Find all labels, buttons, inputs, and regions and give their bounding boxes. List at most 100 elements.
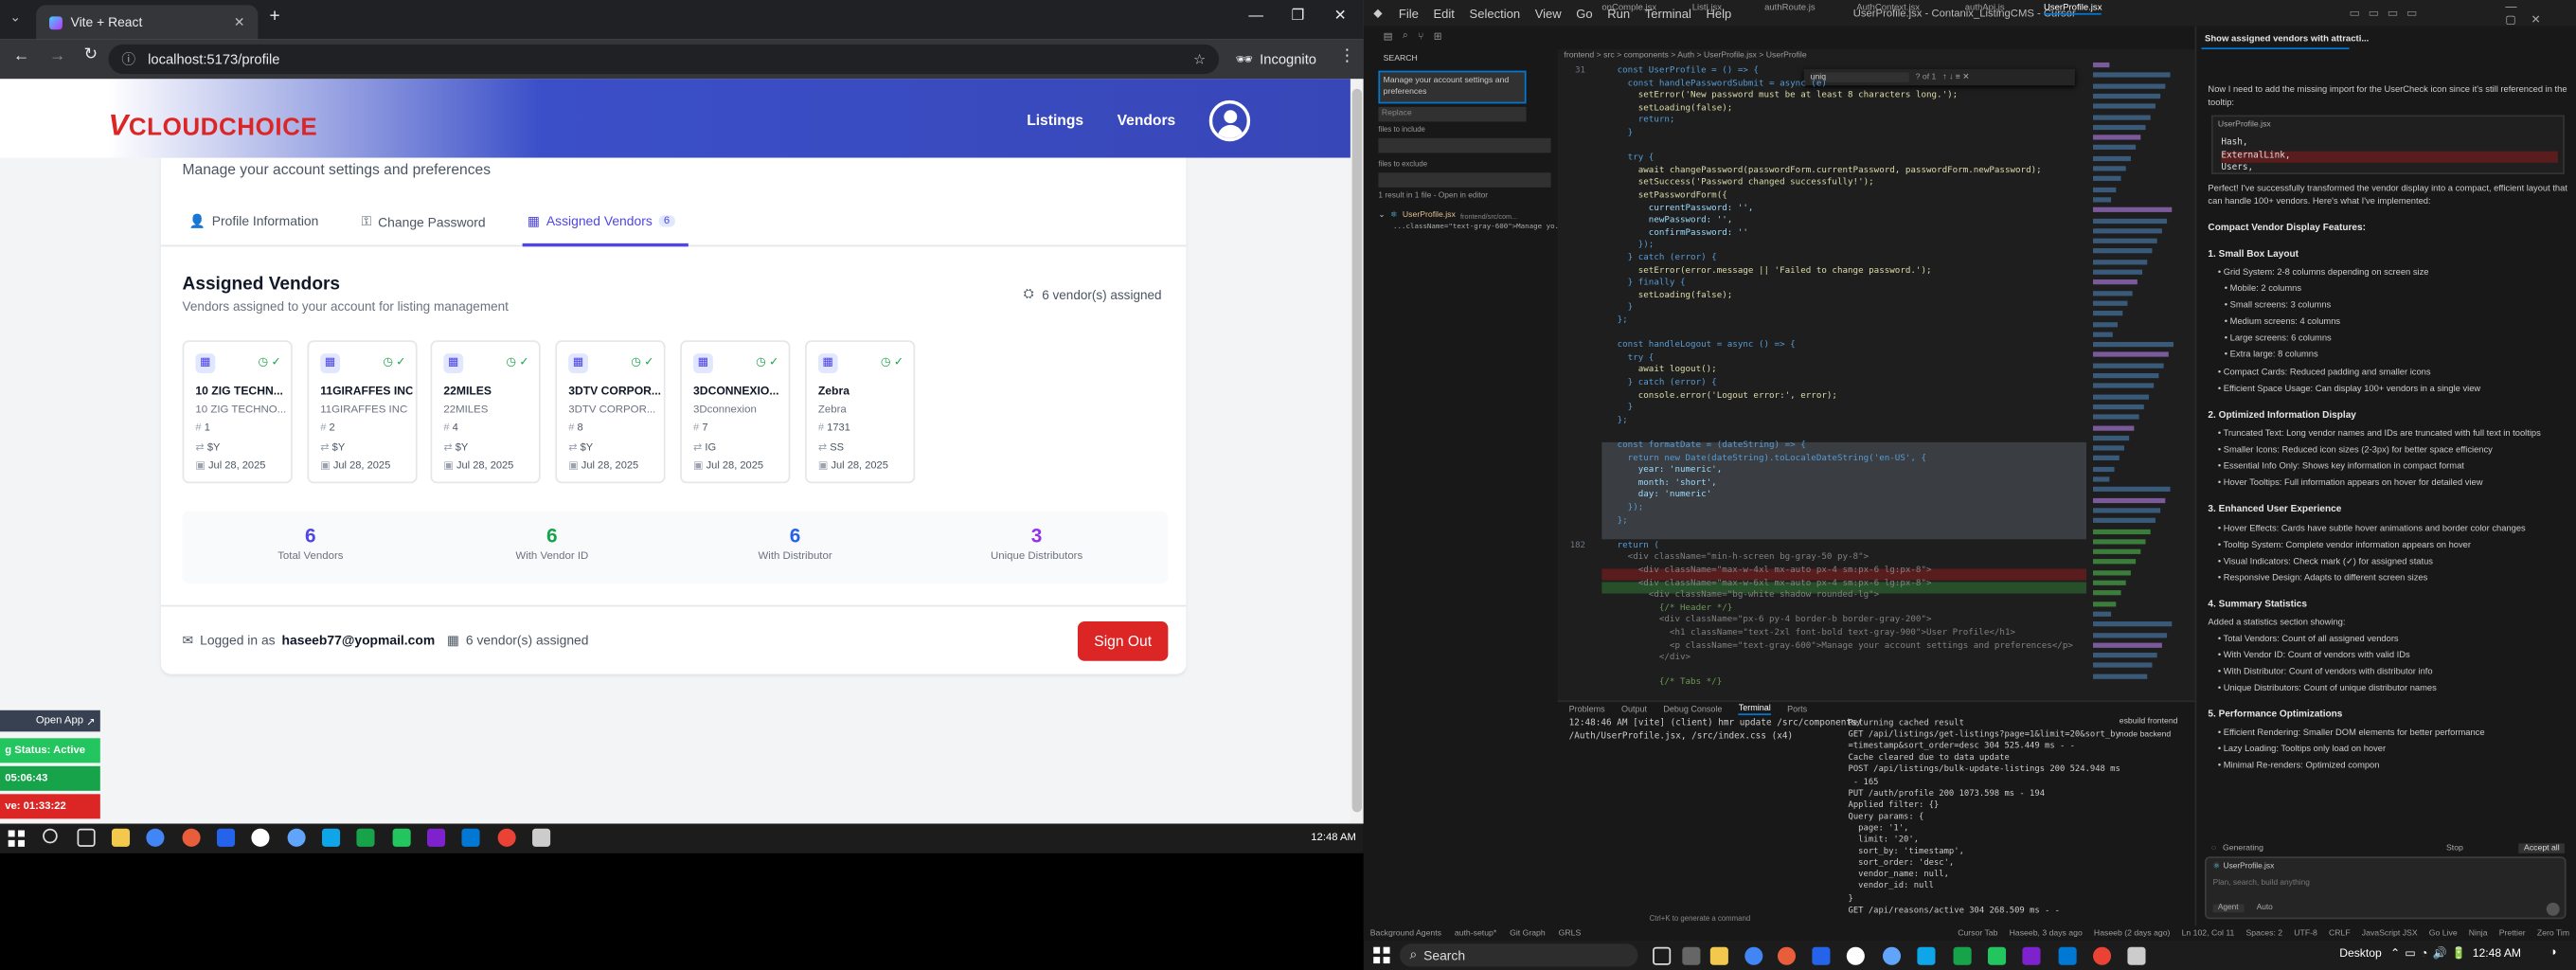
windows-start-icon[interactable] <box>8 830 26 847</box>
panel-tab-debug-console[interactable]: Debug Console <box>1663 705 1722 714</box>
find-widget[interactable]: uniq ? of 1 ↑ ↓ ≡ ✕ <box>1803 68 2075 86</box>
app-icon-f[interactable] <box>1917 946 1936 965</box>
search-icon[interactable] <box>43 828 58 844</box>
result-summary[interactable]: 1 result in 1 file - Open in editor <box>1378 192 1488 201</box>
app-icon-3[interactable] <box>251 828 270 847</box>
app-icon-g[interactable] <box>1987 946 2007 965</box>
chrome-icon-2[interactable] <box>2093 946 2112 965</box>
files-exclude-input[interactable] <box>1378 172 1551 188</box>
reload-icon[interactable]: ↻ <box>83 46 98 64</box>
app-icon-2[interactable] <box>216 828 236 847</box>
chrome-icon[interactable] <box>1744 946 1763 965</box>
source-control-icon[interactable]: ⑂ <box>1418 32 1423 42</box>
shell-node[interactable]: node backend <box>2120 730 2172 740</box>
panel-tab-problems[interactable]: Problems <box>1569 705 1605 714</box>
result-file-row[interactable]: ⌄ ⚛ UserProfile.jsx frontend/src/com... <box>1378 210 1517 220</box>
app-icon-e[interactable] <box>1882 946 1902 965</box>
vendor-card[interactable]: ▦ ◷ ✓ 10 ZIG TECHN... 10 ZIG TECHNO... # 1 ⇄ … <box>182 340 293 484</box>
status-item[interactable]: Haseeb, 3 days ago <box>2010 928 2083 938</box>
taskbar-clock-right[interactable]: 12:48 AM <box>2473 948 2521 960</box>
editor-tab[interactable]: AuthContext.jsx <box>1856 3 1920 12</box>
status-item[interactable]: Background Agents <box>1370 928 1441 938</box>
app-icon-6[interactable] <box>392 828 411 847</box>
vscode-icon[interactable] <box>461 828 480 847</box>
vscode-icon[interactable] <box>2058 946 2077 965</box>
excel-icon[interactable] <box>356 828 375 847</box>
site-logo[interactable]: VCLOUDCHOICE <box>108 109 317 143</box>
extensions-icon[interactable]: ⊞ <box>1434 31 1442 43</box>
tab-search-icon[interactable]: ⌄ <box>9 9 21 25</box>
app-icon-d[interactable] <box>1846 946 1865 965</box>
agent-selector[interactable]: Agent <box>2212 904 2244 913</box>
accept-all-button[interactable]: Accept all <box>2518 843 2565 853</box>
status-item[interactable]: Zero Tim <box>2537 928 2569 938</box>
app-icon-4[interactable] <box>287 828 306 847</box>
user-avatar-icon[interactable] <box>1208 99 1251 142</box>
status-item[interactable]: Spaces: 2 <box>2246 928 2283 938</box>
app-icon-5[interactable] <box>322 828 341 847</box>
editor-tab[interactable]: Listi.jsx <box>1692 3 1722 12</box>
chat-input-box[interactable]: ⚛ UserProfile.jsx Plan, search, build any… <box>2204 856 2567 920</box>
tray-icons[interactable]: ⌃▭◔🔊🔋 <box>2390 947 2471 960</box>
tab-change-password[interactable]: ⚿ Change Password <box>362 214 486 230</box>
editor-tab[interactable]: UserProfile.jsx <box>2043 3 2102 15</box>
window-close-icon[interactable]: ✕ <box>1334 7 1347 25</box>
files-include-input[interactable] <box>1378 137 1551 153</box>
shell-esbuild[interactable]: esbuild frontend <box>2120 717 2178 727</box>
vendor-card[interactable]: ▦ ◷ ✓ 22MILES 22MILES # 4 ⇄ $Y ▣ Jul 28, 2025 <box>430 340 541 484</box>
onenote-icon[interactable] <box>427 828 446 847</box>
find-nav-icons[interactable]: ↑ ↓ ≡ ✕ <box>1942 72 1969 81</box>
search-icon[interactable]: ⌕ <box>1403 31 1408 43</box>
nav-vendors[interactable]: Vendors <box>1118 112 1176 128</box>
status-item[interactable]: CRLF <box>2329 928 2351 938</box>
browser-tab[interactable]: Vite + React ✕ <box>36 5 259 40</box>
status-item[interactable]: Go Live <box>2429 928 2458 938</box>
editor-tab[interactable]: authApi.js <box>1965 3 2005 12</box>
vendor-card[interactable]: ▦ ◷ ✓ 11GIRAFFES INC 11GIRAFFES INC # 2 ⇄ $Y ▣… <box>307 340 418 484</box>
menu-item-edit[interactable]: Edit <box>1433 6 1454 21</box>
forward-icon[interactable]: → <box>49 47 65 65</box>
onenote-icon[interactable] <box>2022 946 2041 965</box>
app-icon-c[interactable] <box>1812 946 1831 965</box>
windows-start-icon[interactable] <box>1373 946 1390 964</box>
status-item[interactable]: Cursor Tab <box>1958 928 1997 938</box>
files-icon[interactable]: ▤ <box>1384 31 1393 43</box>
vendor-card[interactable]: ▦ ◷ ✓ 3DCONNEXIO... 3Dconnexion # 7 ⇄ IG ▣ Jul… <box>680 340 791 484</box>
menu-item-go[interactable]: Go <box>1576 6 1592 21</box>
window-minimize-icon[interactable]: — <box>1248 7 1263 23</box>
taskbar-clock-left[interactable]: 12:48 AM <box>1311 832 1356 843</box>
tab-close-icon[interactable]: ✕ <box>234 15 245 30</box>
bookmark-star-icon[interactable]: ☆ <box>1193 50 1206 68</box>
app-icon-7[interactable] <box>532 828 551 847</box>
send-icon[interactable] <box>2546 902 2560 916</box>
browser-menu-icon[interactable]: ⋮ <box>1339 47 1355 65</box>
new-tab-icon[interactable]: + <box>269 7 279 27</box>
status-item[interactable]: UTF-8 <box>2294 928 2317 938</box>
url-input[interactable]: ⓘ localhost:5173/profile ☆ <box>108 44 1220 75</box>
status-item[interactable]: Haseeb (2 days ago) <box>2094 928 2171 938</box>
window-restore-icon[interactable]: ❐ <box>1291 7 1304 25</box>
result-line[interactable]: ...className="text-gray-600">Manage yo..… <box>1393 224 1567 232</box>
app-icon-h[interactable] <box>2127 946 2146 965</box>
back-icon[interactable]: ← <box>13 47 29 65</box>
status-item[interactable]: Git Graph <box>1510 928 1546 938</box>
stop-button[interactable]: Stop <box>2446 843 2463 853</box>
sign-out-button[interactable]: Sign Out <box>1077 621 1169 661</box>
tab-assigned-vendors[interactable]: ▦ Assigned Vendors 6 <box>528 214 675 228</box>
site-info-icon[interactable]: ⓘ <box>121 49 135 69</box>
app-icon-b[interactable] <box>1777 946 1797 965</box>
panel-tab-output[interactable]: Output <box>1621 705 1647 714</box>
task-view-icon[interactable] <box>1653 946 1672 965</box>
vendor-card[interactable]: ▦ ◷ ✓ Zebra Zebra # 1731 ⇄ SS ▣ Jul 28, 2025 <box>805 340 916 484</box>
panel-tab-ports[interactable]: Ports <box>1787 705 1807 714</box>
file-explorer-icon[interactable] <box>111 828 131 847</box>
app-icon-a[interactable] <box>1682 946 1701 965</box>
panel-tab-terminal[interactable]: Terminal <box>1738 704 1771 715</box>
status-item[interactable]: auth-setup* <box>1455 928 1496 938</box>
open-app-button[interactable]: Open App ↗ <box>0 710 100 732</box>
status-item[interactable]: Prettier <box>2499 928 2526 938</box>
file-explorer-icon[interactable] <box>1709 946 1728 965</box>
editor-tab[interactable]: onComple.jsx <box>1601 3 1656 12</box>
model-selector[interactable]: Auto <box>2257 905 2273 913</box>
editor-breadcrumb[interactable]: frontend > src > components > Auth > Use… <box>1564 51 1806 61</box>
